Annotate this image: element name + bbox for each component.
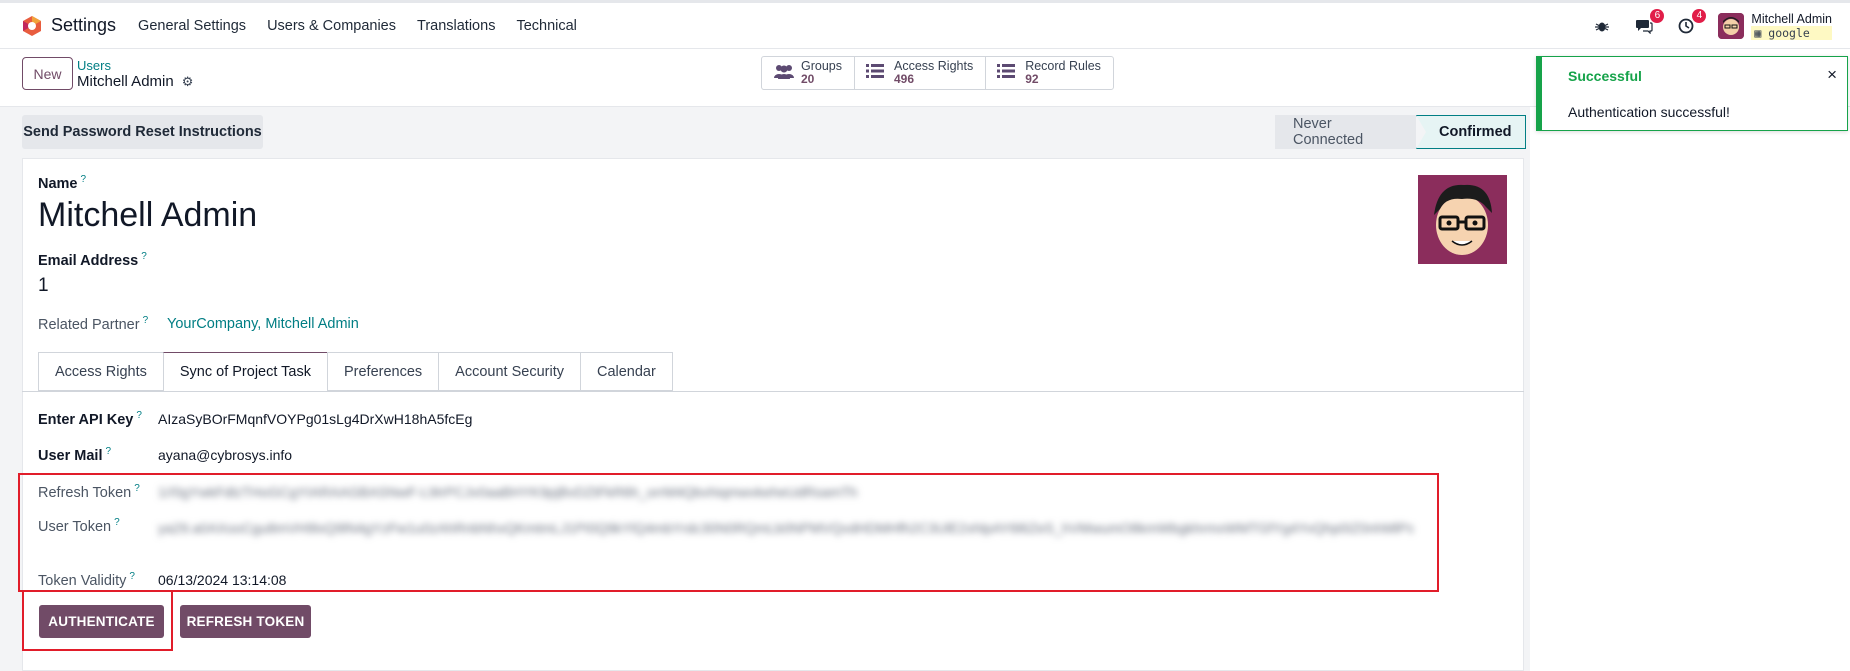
user-mail-label-text: User Mail [38, 447, 103, 464]
gear-icon[interactable]: ⚙ [182, 74, 194, 90]
odoo-logo-icon[interactable] [21, 15, 43, 37]
messages-icon[interactable]: 6 [1634, 9, 1665, 36]
success-notification: Successful × Authentication successful! [1536, 56, 1848, 131]
list-icon [866, 63, 888, 83]
user-mail-label: User Mail? [38, 446, 111, 464]
email-field[interactable]: 1 [38, 275, 49, 297]
tab-divider [22, 391, 1524, 392]
activities-badge: 4 [1692, 9, 1707, 23]
smart-buttons: Groups 20 Access Rights 496 Record Rules… [761, 56, 1114, 90]
top-navbar: Settings General Settings Users & Compan… [0, 0, 1850, 49]
notebook-tabs: Access Rights Sync of Project Task Prefe… [38, 352, 673, 392]
tab-sync-of-project-task[interactable]: Sync of Project Task [162, 352, 327, 392]
email-label-text: Email Address [38, 252, 139, 269]
menu-translations[interactable]: Translations [417, 18, 495, 34]
users-icon [773, 63, 795, 83]
status-bar: Never Connected Confirmed [1275, 115, 1526, 149]
tab-preferences[interactable]: Preferences [326, 352, 439, 391]
debug-bug-icon[interactable] [1592, 16, 1612, 36]
name-field[interactable]: Mitchell Admin [38, 196, 257, 235]
menu-general-settings[interactable]: General Settings [138, 18, 246, 34]
notification-message: Authentication successful! [1568, 104, 1730, 120]
record-rules-smart-button[interactable]: Record Rules 92 [986, 57, 1113, 89]
access-rights-count: 496 [894, 72, 915, 86]
api-key-label: Enter API Key? [38, 410, 142, 428]
activities-clock-icon[interactable]: 4 [1676, 9, 1707, 36]
user-photo[interactable] [1418, 175, 1507, 264]
user-menu[interactable]: Mitchell Admin ▦ google [1751, 12, 1832, 40]
tab-account-security[interactable]: Account Security [438, 352, 580, 391]
highlight-box-tokens [18, 473, 1439, 592]
new-button[interactable]: New [22, 57, 73, 90]
api-key-field[interactable]: AIzaSyBOrFMqnfVOYPg01sLg4DrXwH18hA5fcEg [158, 411, 472, 427]
groups-smart-button[interactable]: Groups 20 [762, 57, 855, 89]
help-icon[interactable]: ? [136, 410, 142, 421]
related-partner-label-text: Related Partner [38, 316, 140, 333]
help-icon[interactable]: ? [81, 174, 87, 185]
api-key-label-text: Enter API Key [38, 411, 134, 428]
related-partner-label: Related Partner? [38, 315, 148, 333]
list-icon [997, 63, 1019, 83]
email-label: Email Address? [38, 251, 147, 269]
tab-access-rights[interactable]: Access Rights [38, 352, 163, 391]
close-icon[interactable]: × [1827, 65, 1837, 85]
notification-title: Successful [1568, 68, 1642, 84]
database-label: google [1768, 26, 1810, 40]
menu-technical[interactable]: Technical [516, 18, 576, 34]
breadcrumb-users[interactable]: Users [77, 58, 111, 73]
tab-calendar[interactable]: Calendar [579, 352, 673, 391]
name-label: Name? [38, 174, 86, 192]
name-label-text: Name [38, 175, 78, 192]
database-name: ▦ google [1751, 26, 1832, 40]
help-icon[interactable]: ? [141, 251, 147, 262]
access-rights-smart-button[interactable]: Access Rights 496 [855, 57, 987, 89]
highlight-box-authenticate [22, 592, 173, 651]
user-name: Mitchell Admin [1751, 12, 1832, 26]
app-title[interactable]: Settings [51, 15, 116, 36]
refresh-token-button[interactable]: REFRESH TOKEN [180, 605, 311, 638]
related-partner-link[interactable]: YourCompany, Mitchell Admin [167, 316, 359, 332]
groups-count: 20 [801, 72, 815, 86]
record-rules-count: 92 [1025, 72, 1039, 86]
help-icon[interactable]: ? [143, 315, 149, 326]
help-icon[interactable]: ? [105, 446, 111, 457]
messages-badge: 6 [1650, 9, 1665, 23]
menu-users-companies[interactable]: Users & Companies [267, 18, 396, 34]
status-never-connected[interactable]: Never Connected [1275, 115, 1416, 149]
user-mail-field[interactable]: ayana@cybrosys.info [158, 447, 292, 463]
user-avatar[interactable] [1718, 13, 1745, 39]
breadcrumb-current-label: Mitchell Admin [77, 73, 174, 90]
status-confirmed[interactable]: Confirmed [1416, 115, 1526, 149]
breadcrumb-current: Mitchell Admin ⚙ [77, 73, 193, 90]
send-password-reset-button[interactable]: Send Password Reset Instructions [22, 115, 263, 149]
